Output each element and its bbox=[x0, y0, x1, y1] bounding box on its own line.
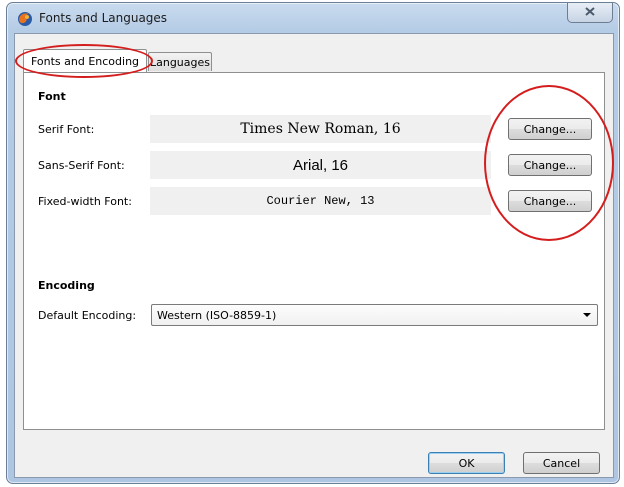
default-encoding-select[interactable]: Western (ISO-8859-1) bbox=[151, 304, 598, 326]
serif-font-preview: Times New Roman, 16 bbox=[150, 115, 491, 143]
serif-font-label: Serif Font: bbox=[38, 123, 95, 136]
encoding-section-title: Encoding bbox=[38, 279, 95, 292]
dialog-window: Fonts and Languages Fonts and Encoding L… bbox=[6, 2, 620, 484]
firefox-icon bbox=[18, 12, 32, 26]
tab-fonts-and-encoding[interactable]: Fonts and Encoding bbox=[23, 49, 147, 72]
fixed-width-font-label: Fixed-width Font: bbox=[38, 195, 132, 208]
default-encoding-label: Default Encoding: bbox=[38, 309, 137, 322]
sans-serif-font-preview: Arial, 16 bbox=[150, 151, 491, 179]
close-icon bbox=[585, 6, 595, 19]
serif-change-button[interactable]: Change... bbox=[508, 118, 592, 140]
tab-label: Languages bbox=[149, 55, 211, 69]
sans-serif-font-label: Sans-Serif Font: bbox=[38, 159, 125, 172]
default-encoding-value: Western (ISO-8859-1) bbox=[157, 308, 277, 322]
dropdown-arrow-icon bbox=[583, 313, 591, 317]
fixed-width-change-button[interactable]: Change... bbox=[508, 190, 592, 212]
fixed-width-font-preview: Courier New, 13 bbox=[150, 187, 491, 215]
title-bar[interactable]: Fonts and Languages bbox=[7, 3, 619, 33]
window-title: Fonts and Languages bbox=[39, 11, 168, 25]
close-button[interactable] bbox=[567, 3, 613, 23]
ok-button[interactable]: OK bbox=[428, 452, 505, 474]
fonts-encoding-panel: Font Serif Font: Times New Roman, 16 Cha… bbox=[23, 72, 605, 430]
cancel-button[interactable]: Cancel bbox=[523, 452, 600, 474]
tab-label: Fonts and Encoding bbox=[30, 54, 140, 68]
sans-serif-change-button[interactable]: Change... bbox=[508, 154, 592, 176]
dialog-client: Fonts and Encoding Languages Font Serif … bbox=[14, 33, 614, 478]
font-section-title: Font bbox=[38, 90, 66, 103]
tab-languages[interactable]: Languages bbox=[148, 52, 212, 71]
